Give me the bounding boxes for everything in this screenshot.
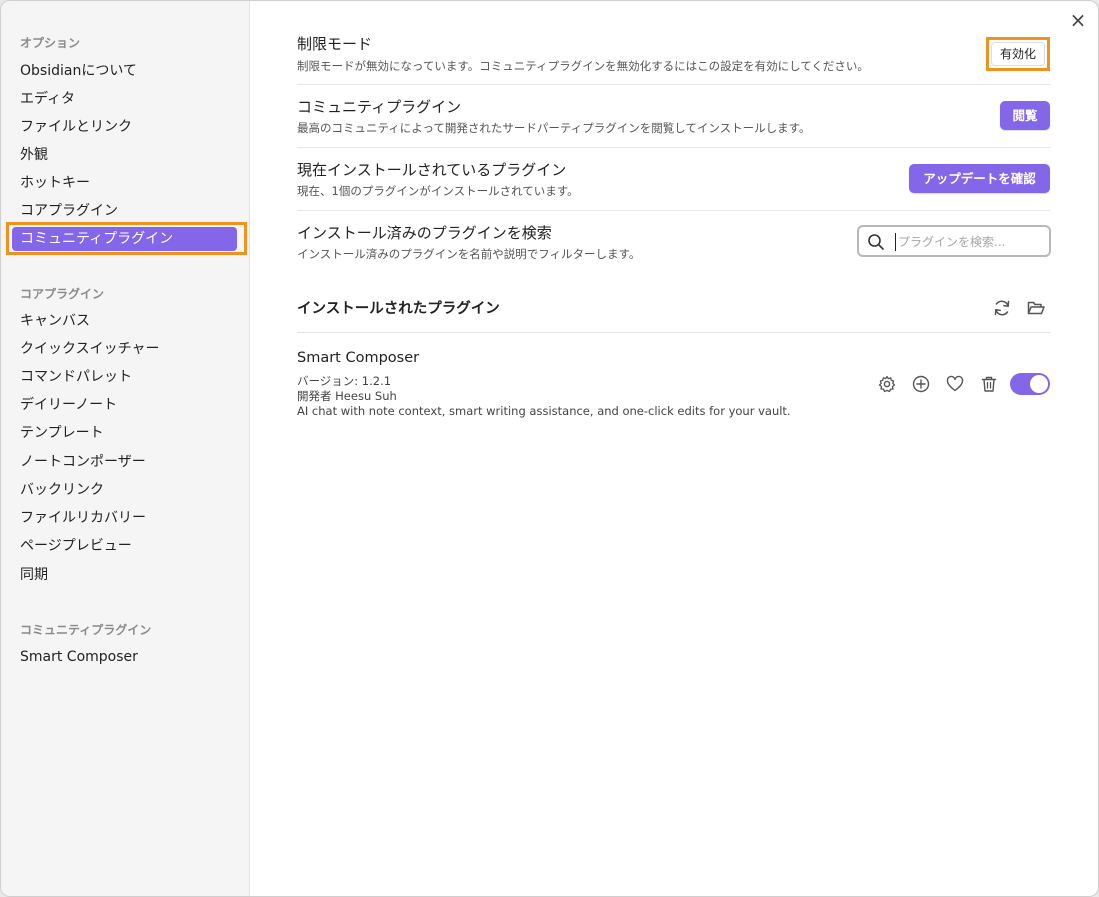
- plus-circle-icon[interactable]: [911, 374, 931, 394]
- setting-description: 制限モードが無効になっています。コミュニティプラグインを無効化するにはこの設定を…: [297, 59, 869, 73]
- plugin-enable-toggle[interactable]: [1010, 373, 1050, 395]
- setting-description: 現在、1個のプラグインがインストールされています。: [297, 184, 579, 198]
- sidebar-item-appearance[interactable]: 外観: [20, 145, 48, 165]
- sidebar-item-canvas[interactable]: キャンバス: [20, 311, 90, 331]
- sidebar-item-file-recovery[interactable]: ファイルリカバリー: [20, 508, 146, 528]
- plugin-description: AI chat with note context, smart writing…: [297, 404, 791, 418]
- search-icon: [868, 234, 884, 250]
- settings-window: オプション Obsidianについて エディタ ファイルとリンク 外観 ホットキ…: [0, 0, 1099, 897]
- section-divider: [297, 332, 1050, 333]
- settings-sidebar: オプション Obsidianについて エディタ ファイルとリンク 外観 ホットキ…: [1, 1, 250, 896]
- heart-icon[interactable]: [945, 374, 965, 394]
- sidebar-item-files-links[interactable]: ファイルとリンク: [20, 117, 132, 137]
- settings-main: × 制限モード 制限モードが無効になっています。コミュニティプラグインを無効化す…: [251, 1, 1098, 896]
- setting-restricted-mode: 制限モード 制限モードが無効になっています。コミュニティプラグインを無効化するに…: [297, 25, 1050, 85]
- setting-description: 最高のコミュニティによって開発されたサードパーティプラグインを閲覧してインストー…: [297, 121, 811, 135]
- sidebar-heading-core-plugins: コアプラグイン: [20, 287, 105, 301]
- sidebar-item-templates[interactable]: テンプレート: [20, 423, 104, 443]
- sidebar-item-backlinks[interactable]: バックリンク: [20, 480, 104, 500]
- sidebar-item-page-preview[interactable]: ページプレビュー: [20, 536, 132, 556]
- browse-button[interactable]: 閲覧: [1000, 101, 1050, 130]
- reload-icon[interactable]: [992, 298, 1012, 318]
- sidebar-item-smart-composer[interactable]: Smart Composer: [20, 647, 138, 667]
- sidebar-heading-options: オプション: [20, 36, 81, 50]
- setting-community-plugins: コミュニティプラグイン 最高のコミュニティによって開発されたサードパーティプラグ…: [297, 85, 1050, 148]
- setting-title: コミュニティプラグイン: [297, 98, 462, 116]
- sidebar-item-note-composer[interactable]: ノートコンポーザー: [20, 452, 146, 472]
- sidebar-item-editor[interactable]: エディタ: [20, 89, 75, 109]
- setting-description: インストール済みのプラグインを名前や説明でフィルターします。: [297, 247, 641, 261]
- plugin-search-input[interactable]: [895, 233, 1043, 251]
- sidebar-item-about[interactable]: Obsidianについて: [20, 61, 137, 81]
- plugin-search-box: [857, 225, 1051, 257]
- folder-open-icon[interactable]: [1026, 298, 1046, 318]
- plugin-version: バージョン: 1.2.1: [297, 374, 392, 388]
- sidebar-item-core-plugins[interactable]: コアプラグイン: [20, 201, 118, 221]
- plugin-name: Smart Composer: [297, 350, 420, 366]
- setting-title: 制限モード: [297, 35, 373, 53]
- trash-icon[interactable]: [979, 374, 999, 394]
- sidebar-item-sync[interactable]: 同期: [20, 565, 48, 585]
- sidebar-item-hotkeys[interactable]: ホットキー: [20, 173, 90, 193]
- sidebar-item-community-plugins[interactable]: コミュニティプラグイン: [12, 227, 237, 251]
- gear-icon[interactable]: [877, 374, 897, 394]
- check-updates-button[interactable]: アップデートを確認: [909, 164, 1050, 193]
- sidebar-item-daily-notes[interactable]: デイリーノート: [20, 395, 117, 415]
- sidebar-item-command-palette[interactable]: コマンドパレット: [20, 367, 132, 387]
- setting-title: インストール済みのプラグインを検索: [297, 224, 552, 242]
- close-icon[interactable]: ×: [1068, 10, 1088, 30]
- sidebar-heading-community-plugins: コミュニティプラグイン: [20, 623, 152, 637]
- setting-title: 現在インストールされているプラグイン: [297, 161, 567, 179]
- toggle-knob: [1030, 375, 1048, 393]
- plugin-author: 開発者 Heesu Suh: [297, 389, 397, 403]
- installed-plugins-heading: インストールされたプラグイン: [297, 301, 500, 317]
- sidebar-item-quick-switcher[interactable]: クイックスイッチャー: [20, 339, 159, 359]
- enable-button[interactable]: 有効化: [991, 42, 1045, 66]
